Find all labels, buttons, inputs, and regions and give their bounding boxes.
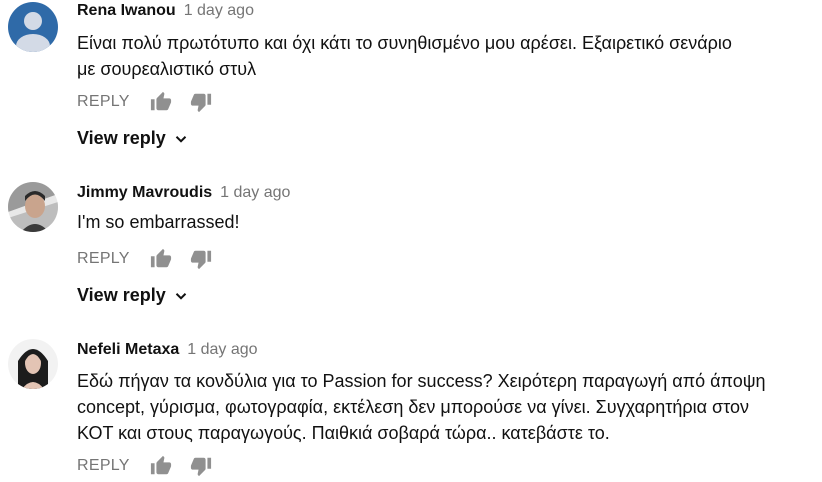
thumbs-down-icon[interactable] — [190, 455, 212, 477]
comment-text: I'm so embarrassed! — [77, 209, 777, 235]
author-name[interactable]: Jimmy Mavroudis — [77, 184, 212, 201]
comment-text-line: με σουρεαλιστικό στυλ — [77, 59, 257, 79]
view-reply-label: View reply — [77, 285, 166, 305]
chevron-down-icon — [175, 292, 186, 300]
reply-button[interactable]: REPLY — [77, 93, 130, 111]
comment-header: Rena Iwanou 1 day ago — [77, 2, 254, 20]
avatar[interactable] — [8, 339, 58, 389]
default-user-icon — [8, 2, 58, 52]
comment-actions: REPLY — [77, 454, 212, 478]
view-reply-button[interactable]: View reply — [77, 285, 190, 306]
comment-header: Jimmy Mavroudis 1 day ago — [77, 184, 290, 202]
profile-photo — [8, 339, 58, 389]
avatar[interactable] — [8, 2, 58, 52]
chevron-down-icon — [175, 135, 186, 143]
reply-button[interactable]: REPLY — [77, 250, 130, 268]
thumbs-up-icon[interactable] — [150, 91, 172, 113]
comment-actions: REPLY — [77, 90, 212, 114]
view-reply-label: View reply — [77, 128, 166, 148]
timestamp[interactable]: 1 day ago — [187, 341, 257, 358]
comment-text-line: ΚΟΤ και στους παραγωγούς. Παιθκιά σοβαρά… — [77, 423, 610, 443]
thumbs-up-icon[interactable] — [150, 248, 172, 270]
author-name[interactable]: Rena Iwanou — [77, 2, 176, 19]
comment-text: Εδώ πήγαν τα κονδύλια για το Passion for… — [77, 368, 777, 446]
comment-actions: REPLY — [77, 247, 212, 271]
comment-text-line: Είναι πολύ πρωτότυπο και όχι κάτι το συν… — [77, 33, 732, 53]
comment-text-line: I'm so embarrassed! — [77, 212, 240, 232]
comment-text: Είναι πολύ πρωτότυπο και όχι κάτι το συν… — [77, 30, 777, 82]
profile-photo — [8, 182, 58, 232]
thumbs-down-icon[interactable] — [190, 248, 212, 270]
thumbs-down-icon[interactable] — [190, 91, 212, 113]
comment-header: Nefeli Metaxa 1 day ago — [77, 341, 258, 359]
comment-text-line: Εδώ πήγαν τα κονδύλια για το Passion for… — [77, 371, 766, 391]
comment-text-line: concept, γύρισμα, φωτογραφία, εκτέλεση δ… — [77, 397, 749, 417]
thumbs-up-icon[interactable] — [150, 455, 172, 477]
avatar[interactable] — [8, 182, 58, 232]
view-reply-button[interactable]: View reply — [77, 128, 190, 149]
timestamp[interactable]: 1 day ago — [220, 184, 290, 201]
timestamp[interactable]: 1 day ago — [184, 2, 254, 19]
author-name[interactable]: Nefeli Metaxa — [77, 341, 179, 358]
reply-button[interactable]: REPLY — [77, 457, 130, 475]
